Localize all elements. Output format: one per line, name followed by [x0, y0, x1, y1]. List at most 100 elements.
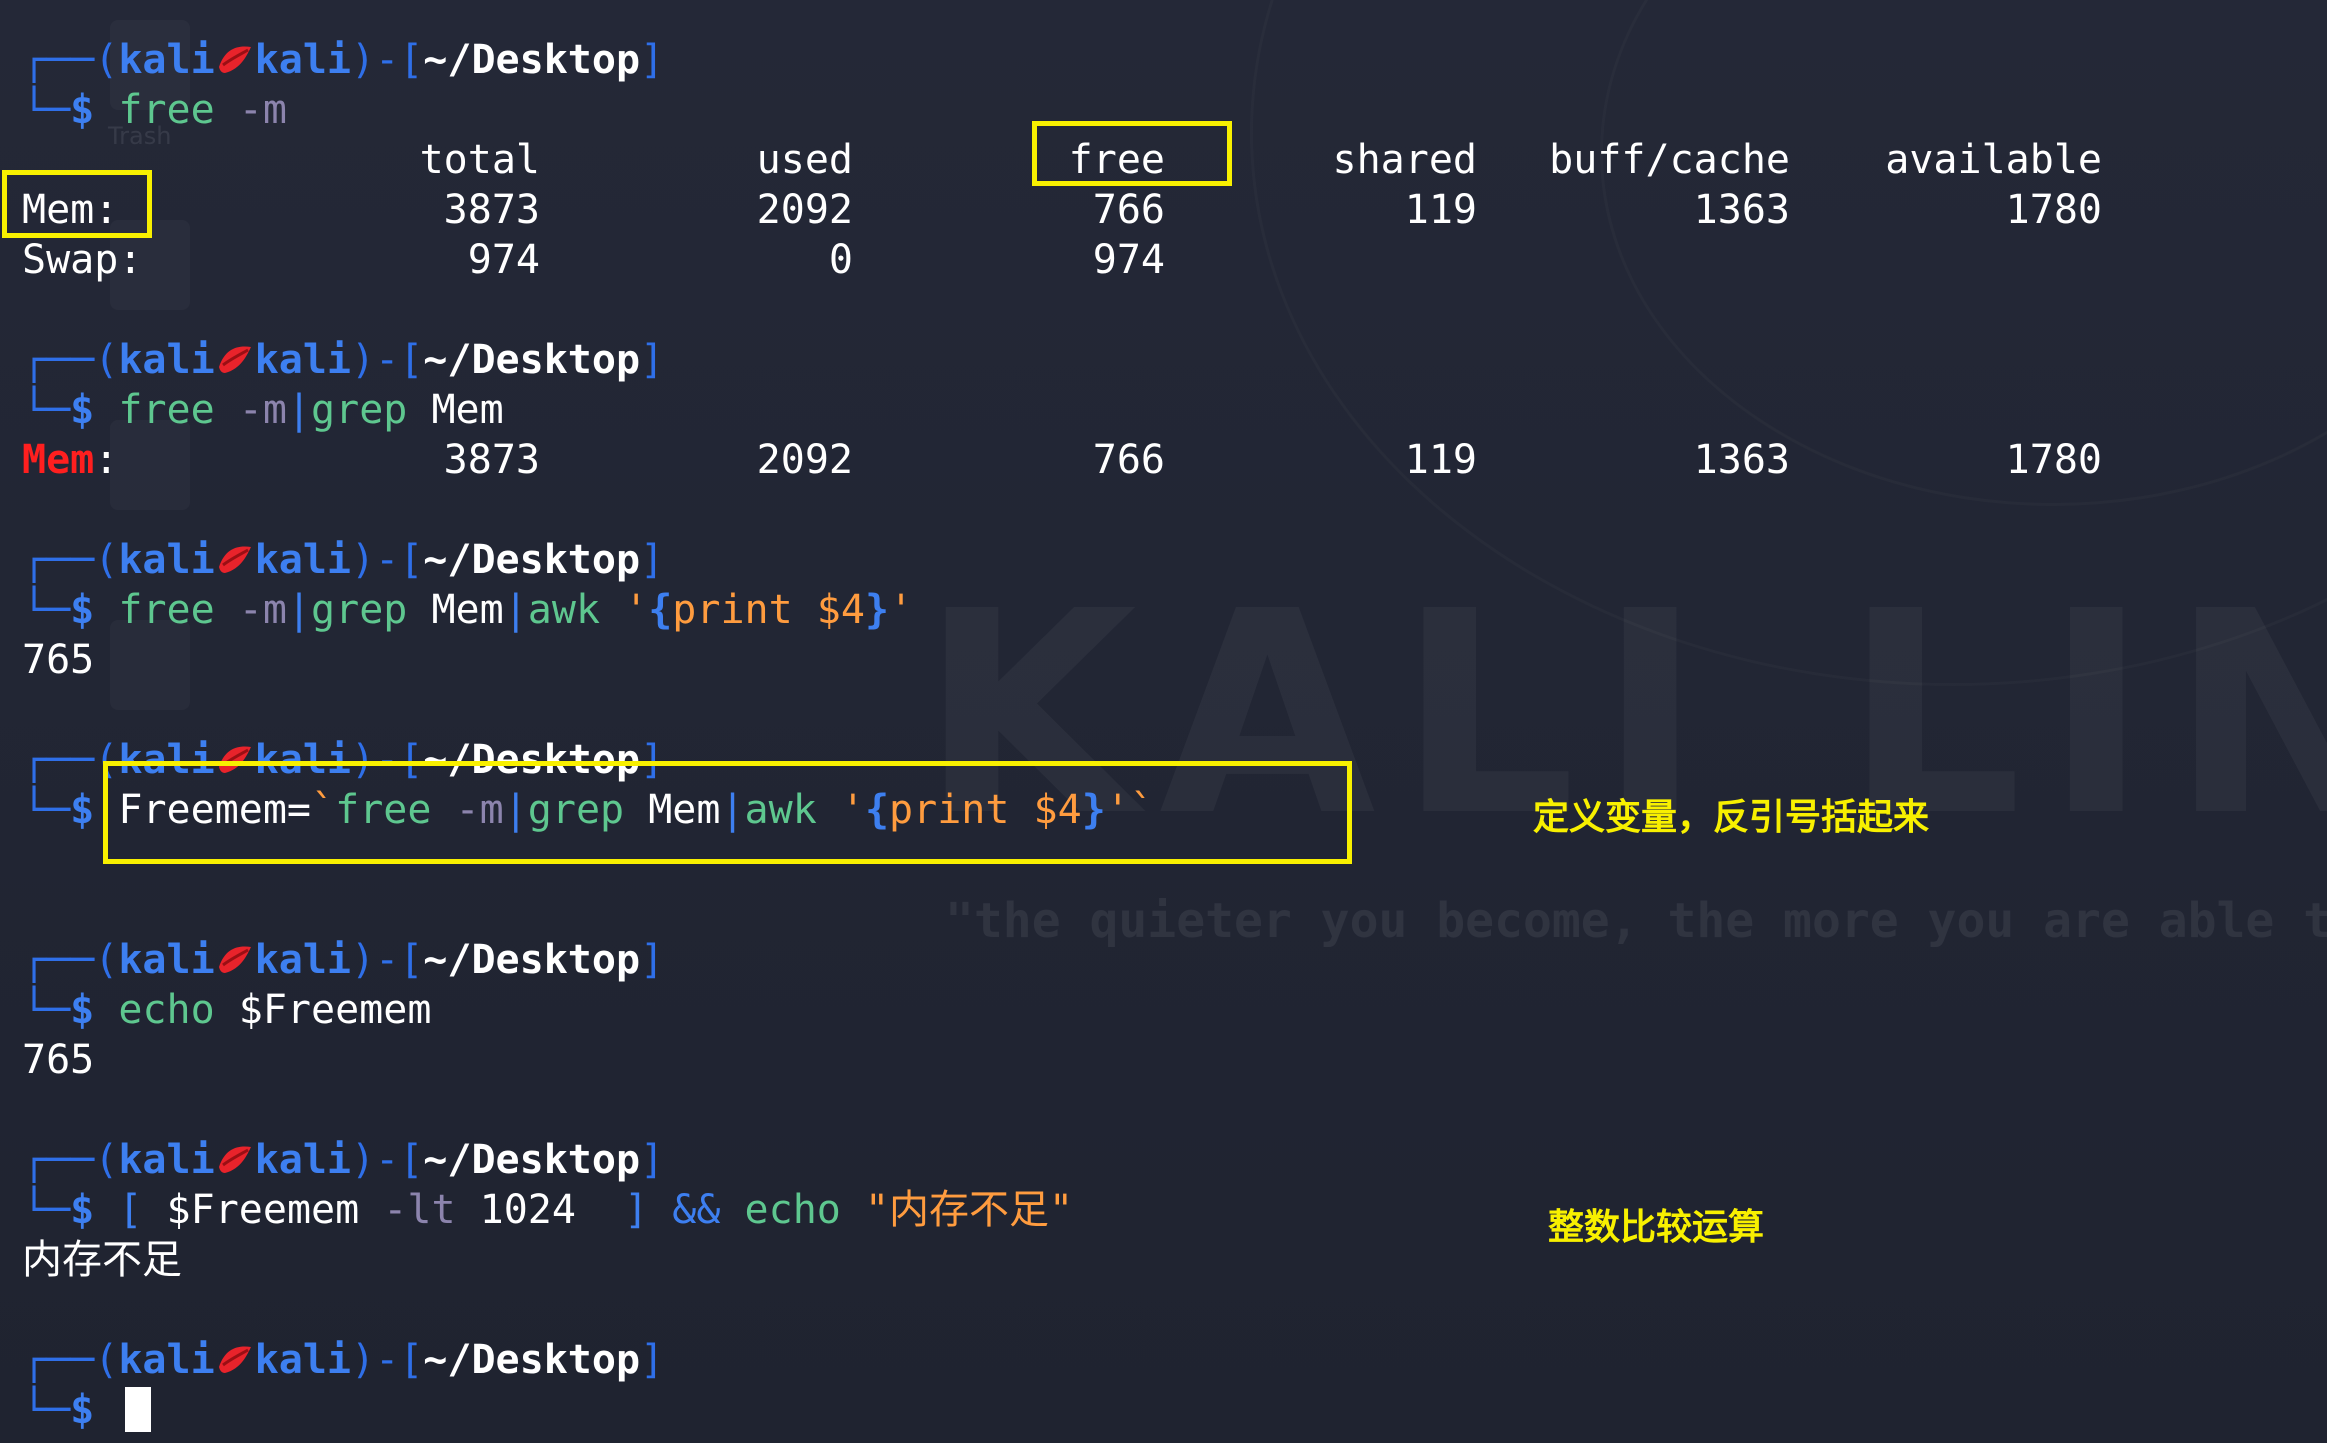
prompt-dash: - — [375, 937, 400, 983]
prompt-header: ┌──(kali kali)-[~/Desktop] — [22, 1135, 664, 1185]
prompt-dash: - — [375, 1337, 400, 1383]
prompt-dollar: $ — [70, 87, 95, 133]
table-cell: 119 — [1404, 187, 1477, 233]
command-token: grep — [311, 587, 408, 633]
terminal-cursor — [125, 1387, 151, 1432]
prompt-close-bracket: ] — [640, 1137, 665, 1183]
grep-label-rest: : — [94, 437, 119, 483]
table-header-shared: shared — [1332, 137, 1478, 183]
table-cell: 3873 — [443, 187, 540, 233]
terminal-window[interactable]: Trash KALI LINU "the quieter you become,… — [0, 0, 2327, 1443]
kiss-lips-icon — [215, 35, 255, 85]
table-header-used: used — [756, 137, 853, 183]
table-cell: 119 — [1404, 437, 1477, 483]
annotation-backtick-note: 定义变量，反引号括起来 — [1533, 797, 1930, 838]
command-token: "内存不足" — [840, 1187, 1074, 1233]
table-header-total: total — [419, 137, 540, 183]
table-cell: 974 — [467, 237, 540, 283]
prompt-dollar: $ — [70, 1187, 95, 1233]
table-header-available: available — [1885, 137, 2102, 183]
command-token: ' — [600, 587, 649, 633]
prompt-open-paren: ( — [94, 937, 119, 983]
prompt-header: ┌──(kali kali)-[~/Desktop] — [22, 935, 664, 985]
prompt-dollar: $ — [70, 1387, 95, 1433]
prompt-close-bracket: ] — [640, 537, 665, 583]
table-cell: 766 — [1092, 437, 1165, 483]
prompt-host: kali — [254, 337, 351, 383]
prompt-dash: - — [375, 537, 400, 583]
prompt-user: kali — [118, 1137, 215, 1183]
command-token: ] — [600, 1187, 649, 1233]
prompt-header: ┌──(kali kali)-[~/Desktop] — [22, 335, 664, 385]
table-cell: 1780 — [2005, 437, 2102, 483]
prompt-close-paren: ) — [351, 37, 376, 83]
command-token: 1024 — [455, 1187, 601, 1233]
command-token: -m — [214, 387, 287, 433]
prompt-open-paren: ( — [94, 1337, 119, 1383]
command-token: [ — [118, 1187, 143, 1233]
prompt-open-paren: ( — [94, 337, 119, 383]
prompt-corner-bottom: └─ — [22, 987, 71, 1033]
prompt-user: kali — [118, 37, 215, 83]
command-line: └─$ free -m|grep Mem|awk '{print $4}' — [22, 585, 913, 635]
command-token: | — [286, 387, 312, 433]
prompt-close-paren: ) — [351, 1137, 376, 1183]
command-output: 内存不足 — [22, 1237, 182, 1283]
command-token: print $4 — [672, 587, 865, 633]
kiss-lips-icon — [215, 935, 255, 985]
prompt-dash: - — [375, 337, 400, 383]
prompt-close-bracket: ] — [640, 37, 665, 83]
prompt-open-bracket: [ — [399, 337, 424, 383]
prompt-corner-bottom: └─ — [22, 387, 71, 433]
prompt-user: kali — [118, 1337, 215, 1383]
prompt-open-bracket: [ — [399, 537, 424, 583]
highlight-mem-label — [2, 170, 152, 238]
command-token: awk — [527, 587, 601, 633]
highlight-variable-command — [103, 761, 1352, 864]
table-header-buff-cache: buff/cache — [1549, 137, 1790, 183]
prompt-dollar: $ — [70, 987, 95, 1033]
command-line: └─$ — [22, 1385, 94, 1435]
prompt-user: kali — [118, 937, 215, 983]
prompt-header: ┌──(kali kali)-[~/Desktop] — [22, 535, 664, 585]
prompt-close-bracket: ] — [640, 937, 665, 983]
table-cell: 2092 — [756, 437, 853, 483]
prompt-corner-bottom: └─ — [22, 1387, 71, 1433]
command-token: | — [503, 587, 528, 633]
prompt-open-paren: ( — [94, 537, 119, 583]
kiss-lips-icon — [215, 535, 255, 585]
command-output: 765 — [22, 1037, 95, 1083]
annotation-compare-note: 整数比较运算 — [1548, 1207, 1765, 1248]
table-cell: 1363 — [1693, 437, 1790, 483]
grep-match-highlight: Mem — [22, 437, 95, 483]
prompt-directory: ~/Desktop — [423, 1337, 641, 1383]
prompt-close-bracket: ] — [640, 337, 665, 383]
command-token: grep — [311, 387, 408, 433]
prompt-dash: - — [375, 1137, 400, 1183]
command-token: free — [118, 387, 215, 433]
command-token: $Freemem — [214, 987, 432, 1033]
command-line: └─$ echo $Freemem — [22, 985, 431, 1035]
table-cell: 2092 — [756, 187, 853, 233]
command-token: echo — [720, 1187, 841, 1233]
command-token: -m — [214, 587, 287, 633]
prompt-dollar: $ — [70, 387, 95, 433]
prompt-corner-bottom: └─ — [22, 587, 71, 633]
prompt-host: kali — [254, 1137, 351, 1183]
prompt-host: kali — [254, 37, 351, 83]
kiss-lips-icon — [215, 335, 255, 385]
prompt-dollar: $ — [70, 587, 95, 633]
prompt-open-bracket: [ — [399, 1137, 424, 1183]
command-token: $Freemem — [142, 1187, 384, 1233]
prompt-host: kali — [254, 937, 351, 983]
prompt-dash: - — [375, 37, 400, 83]
command-output: 765 — [22, 637, 95, 683]
command-line: └─$ free -m|grep Mem — [22, 385, 504, 435]
command-token: } — [864, 587, 890, 633]
command-token: -lt — [383, 1187, 456, 1233]
table-cell: 3873 — [443, 437, 540, 483]
prompt-directory: ~/Desktop — [423, 937, 641, 983]
prompt-corner-top: ┌── — [22, 737, 95, 783]
command-token: echo — [118, 987, 215, 1033]
command-token: -m — [214, 87, 287, 133]
